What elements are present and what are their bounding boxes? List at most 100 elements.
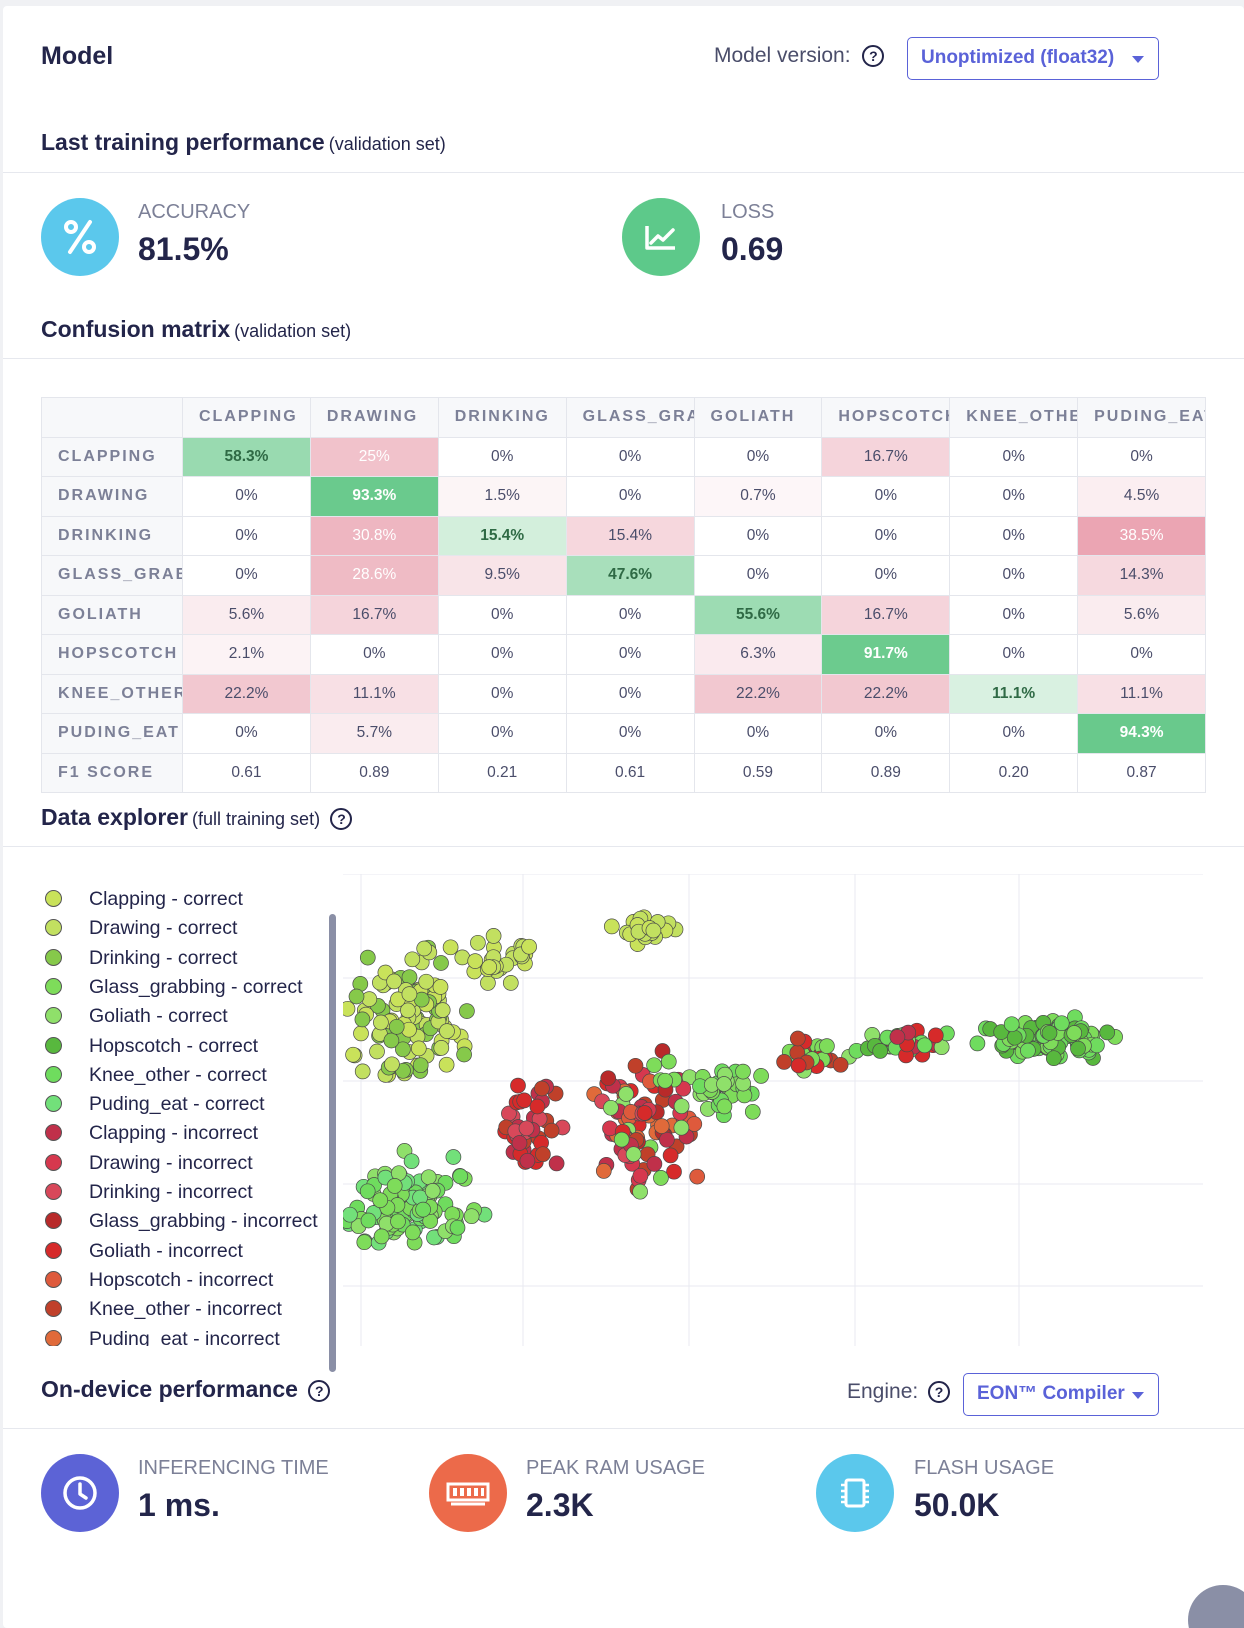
scatter-point[interactable] xyxy=(625,1146,642,1163)
help-icon[interactable]: ? xyxy=(308,1379,331,1402)
scatter-point[interactable] xyxy=(404,1224,421,1241)
scatter-point[interactable] xyxy=(418,973,435,990)
scatter-point[interactable] xyxy=(613,1131,630,1148)
scatter-plot[interactable] xyxy=(343,874,1203,1346)
scatter-point[interactable] xyxy=(735,1063,751,1080)
scatter-point[interactable] xyxy=(470,934,486,951)
scatter-point[interactable] xyxy=(438,1056,455,1073)
scatter-point[interactable] xyxy=(410,1040,427,1057)
scatter-point[interactable] xyxy=(660,1053,677,1070)
scatter-point[interactable] xyxy=(432,979,449,995)
scatter-point[interactable] xyxy=(927,1027,944,1044)
scatter-point[interactable] xyxy=(716,1076,732,1092)
scatter-point[interactable] xyxy=(529,1098,546,1115)
help-icon[interactable]: ? xyxy=(928,1381,951,1404)
scatter-point[interactable] xyxy=(832,1056,849,1073)
scatter-point[interactable] xyxy=(356,1234,373,1251)
scatter-point[interactable] xyxy=(433,955,449,971)
scatter-point[interactable] xyxy=(373,1228,390,1245)
scatter-point[interactable] xyxy=(673,1119,690,1136)
scatter-point[interactable] xyxy=(535,1146,551,1163)
scatter-point[interactable] xyxy=(439,1023,455,1039)
scatter-point[interactable] xyxy=(383,1032,400,1049)
scatter-point[interactable] xyxy=(662,1147,679,1164)
scatter-point[interactable] xyxy=(442,939,459,956)
scatter-point[interactable] xyxy=(819,1038,835,1054)
scatter-point[interactable] xyxy=(384,1056,400,1073)
scatter-point[interactable] xyxy=(673,1098,690,1115)
help-icon[interactable]: ? xyxy=(330,807,353,830)
scatter-point[interactable] xyxy=(485,928,502,944)
scatter-point[interactable] xyxy=(420,1169,437,1186)
scatter-point[interactable] xyxy=(1045,1050,1062,1067)
scatter-point[interactable] xyxy=(361,991,378,1007)
scatter-point[interactable] xyxy=(1099,1024,1116,1041)
scatter-point[interactable] xyxy=(424,1183,441,1199)
scatter-point[interactable] xyxy=(1066,1025,1083,1041)
scatter-point[interactable] xyxy=(518,1120,535,1137)
help-icon[interactable]: ? xyxy=(862,45,885,68)
scatter-point[interactable] xyxy=(1006,1029,1023,1046)
scatter-point[interactable] xyxy=(359,949,376,966)
scatter-point[interactable] xyxy=(969,1035,986,1052)
scatter-point[interactable] xyxy=(412,1057,429,1074)
scatter-point[interactable] xyxy=(659,1131,675,1148)
scatter-point[interactable] xyxy=(627,1057,644,1074)
scatter-point[interactable] xyxy=(789,1030,806,1047)
scatter-point[interactable] xyxy=(1020,1042,1036,1059)
scatter-point[interactable] xyxy=(646,1057,662,1074)
scatter-point[interactable] xyxy=(1070,1040,1086,1057)
scatter-point[interactable] xyxy=(653,1118,670,1134)
scatter-point[interactable] xyxy=(657,1072,673,1089)
scatter-point[interactable] xyxy=(456,1046,472,1063)
scatter-point[interactable] xyxy=(636,1105,653,1121)
scatter-point[interactable] xyxy=(632,1183,648,1200)
scatter-point[interactable] xyxy=(388,1018,405,1035)
scatter-point[interactable] xyxy=(404,951,421,968)
scatter-point[interactable] xyxy=(354,1063,371,1080)
scatter-point[interactable] xyxy=(600,1070,617,1087)
scatter-point[interactable] xyxy=(653,1170,669,1186)
scatter-point[interactable] xyxy=(386,1178,403,1194)
scatter-point[interactable] xyxy=(1053,1015,1070,1032)
scatter-point[interactable] xyxy=(595,1163,612,1179)
model-version-dropdown[interactable]: Unoptimized (float32) xyxy=(907,37,1159,80)
scatter-point[interactable] xyxy=(790,1057,807,1074)
scatter-point[interactable] xyxy=(534,1080,550,1097)
scatter-point[interactable] xyxy=(343,1206,358,1223)
scatter-point[interactable] xyxy=(386,973,402,990)
scatter-point[interactable] xyxy=(1003,1016,1020,1033)
scatter-point[interactable] xyxy=(872,1043,889,1059)
scatter-point[interactable] xyxy=(372,1192,389,1209)
scatter-point[interactable] xyxy=(646,1156,663,1172)
scatter-point[interactable] xyxy=(603,1099,619,1116)
scatter-point[interactable] xyxy=(744,1103,761,1120)
scatter-point[interactable] xyxy=(689,1168,706,1185)
scatter-point[interactable] xyxy=(502,975,519,991)
scatter-point[interactable] xyxy=(433,1040,450,1056)
scatter-point[interactable] xyxy=(511,1135,528,1151)
scatter-point[interactable] xyxy=(359,1183,376,1200)
scatter-point[interactable] xyxy=(603,918,620,935)
scatter-point[interactable] xyxy=(373,1014,389,1031)
scatter-point[interactable] xyxy=(666,1163,682,1180)
scatter-point[interactable] xyxy=(889,1029,906,1045)
scatter-point[interactable] xyxy=(510,1077,526,1094)
scatter-point[interactable] xyxy=(753,1068,769,1084)
scatter-point[interactable] xyxy=(360,1212,377,1229)
scatter-point[interactable] xyxy=(459,1003,475,1019)
scatter-point[interactable] xyxy=(645,922,662,939)
scatter-point[interactable] xyxy=(481,959,498,975)
scatter-point[interactable] xyxy=(716,1098,733,1115)
legend-scrollbar[interactable] xyxy=(329,914,336,1372)
scatter-point[interactable] xyxy=(345,1046,361,1063)
scatter-point[interactable] xyxy=(401,986,418,1002)
scatter-point[interactable] xyxy=(390,1213,406,1230)
scatter-point[interactable] xyxy=(463,1208,480,1225)
scatter-point[interactable] xyxy=(452,1168,469,1185)
scatter-point[interactable] xyxy=(1041,1025,1058,1041)
scatter-point[interactable] xyxy=(354,1011,371,1028)
scatter-point[interactable] xyxy=(348,988,365,1005)
engine-dropdown[interactable]: EON™ Compiler xyxy=(963,1373,1159,1416)
scatter-point[interactable] xyxy=(434,1002,451,1018)
